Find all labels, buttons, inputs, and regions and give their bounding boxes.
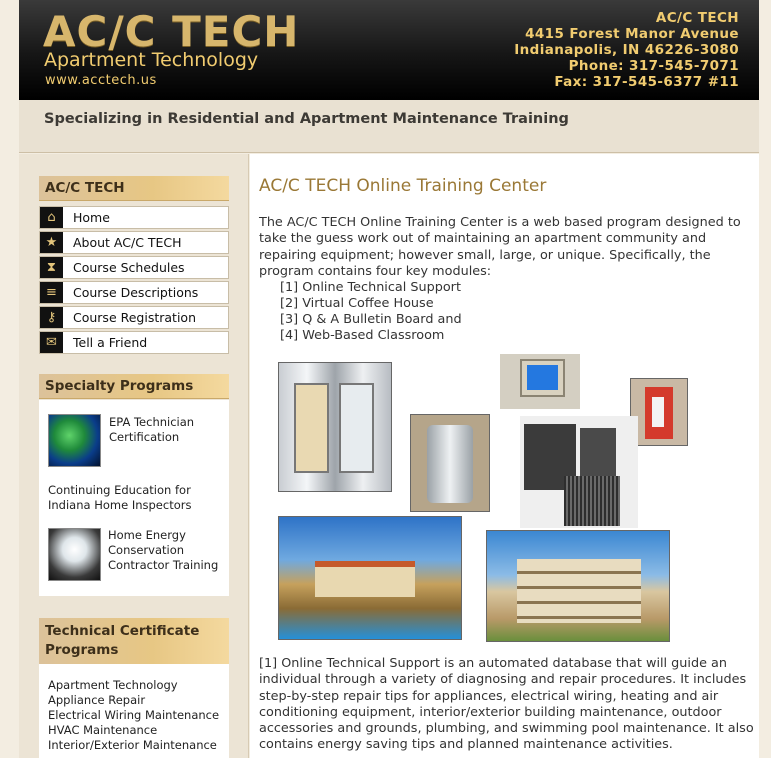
hvac-unit-image xyxy=(520,416,638,528)
tech-program-link[interactable]: Electrical Wiring Maintenance xyxy=(48,708,228,723)
computer-image xyxy=(500,354,580,409)
logo-url[interactable]: www.acctech.us xyxy=(45,73,157,88)
document-icon: ≡ xyxy=(40,282,63,303)
apartment-building-image xyxy=(486,530,670,642)
site-header: AC/C TECH Apartment Technology www.accte… xyxy=(19,0,759,100)
module-item: [3] Q & A Bulletin Board and xyxy=(280,312,462,327)
tech-program-link[interactable]: Apartment Technology xyxy=(48,678,228,693)
sidebar: AC/C TECH ⌂ Home ★ About AC/C TECH ⧗ Cou… xyxy=(19,154,249,758)
envelope-icon: ✉ xyxy=(40,332,63,353)
contact-fax: Fax: 317-545-6377 #11 xyxy=(554,74,739,90)
tagline-band: Specializing in Residential and Apartmen… xyxy=(19,100,759,153)
epa-link[interactable]: EPA Technician Certification xyxy=(109,415,219,445)
contact-address: 4415 Forest Manor Avenue xyxy=(525,26,739,42)
nav-label: About AC/C TECH xyxy=(73,235,182,250)
module-item: [2] Virtual Coffee House xyxy=(280,296,434,311)
tech-program-link[interactable]: Appliance Repair xyxy=(48,693,228,708)
nav-label: Course Descriptions xyxy=(73,285,199,300)
nav-label: Course Schedules xyxy=(73,260,185,275)
nav-item-descriptions[interactable]: ≡ Course Descriptions xyxy=(39,281,229,304)
nav-item-home[interactable]: ⌂ Home xyxy=(39,206,229,229)
key-icon: ⚷ xyxy=(40,307,63,328)
nav-label: Tell a Friend xyxy=(73,335,148,350)
water-heater-image xyxy=(410,414,490,512)
specialty-box: EPA Technician Certification Continuing … xyxy=(39,400,229,596)
module-item: [1] Online Technical Support xyxy=(280,280,461,295)
nav-item-tell-friend[interactable]: ✉ Tell a Friend xyxy=(39,331,229,354)
continuing-education-link[interactable]: Continuing Education for Indiana Home In… xyxy=(48,483,218,513)
home-icon: ⌂ xyxy=(40,207,63,228)
tech-programs-heading: Technical Certificate Programs xyxy=(39,618,229,665)
page-title: AC/C TECH Online Training Center xyxy=(259,176,547,196)
nav-label: Course Registration xyxy=(73,310,196,325)
tech-program-link[interactable]: Interior/Exterior Maintenance xyxy=(48,738,228,753)
tech-program-link[interactable]: HVAC Maintenance xyxy=(48,723,228,738)
support-paragraph: [1] Online Technical Support is an autom… xyxy=(259,656,754,753)
electrical-panel-image xyxy=(630,378,688,446)
tech-programs-box: Apartment Technology Appliance Repair El… xyxy=(39,664,229,758)
contact-info: AC/C TECH 4415 Forest Manor Avenue India… xyxy=(514,10,739,90)
logo-subtitle: Apartment Technology xyxy=(44,49,259,71)
energy-conservation-link[interactable]: Home Energy Conservation Contractor Trai… xyxy=(108,528,223,573)
globe-image[interactable] xyxy=(48,414,101,467)
nav-label: Home xyxy=(73,210,110,225)
refrigerator-image xyxy=(278,362,392,492)
villa-image xyxy=(278,516,462,640)
nav-item-schedules[interactable]: ⧗ Course Schedules xyxy=(39,256,229,279)
intro-paragraph: The AC/C TECH Online Training Center is … xyxy=(259,215,741,279)
hourglass-icon: ⧗ xyxy=(40,257,63,278)
star-icon: ★ xyxy=(40,232,63,253)
specialty-heading: Specialty Programs xyxy=(39,374,229,399)
contact-phone: Phone: 317-545-7071 xyxy=(568,58,739,74)
contact-city: Indianapolis, IN 46226-3080 xyxy=(514,42,739,58)
contact-company: AC/C TECH xyxy=(655,10,739,26)
tagline: Specializing in Residential and Apartmen… xyxy=(44,111,569,127)
module-item: [4] Web-Based Classroom xyxy=(280,328,445,343)
lightbulb-image[interactable] xyxy=(48,528,101,581)
nav-item-about[interactable]: ★ About AC/C TECH xyxy=(39,231,229,254)
main-content: AC/C TECH Online Training Center The AC/… xyxy=(250,154,759,758)
nav-item-registration[interactable]: ⚷ Course Registration xyxy=(39,306,229,329)
page: AC/C TECH Apartment Technology www.accte… xyxy=(19,0,759,758)
nav-heading: AC/C TECH xyxy=(39,176,229,201)
